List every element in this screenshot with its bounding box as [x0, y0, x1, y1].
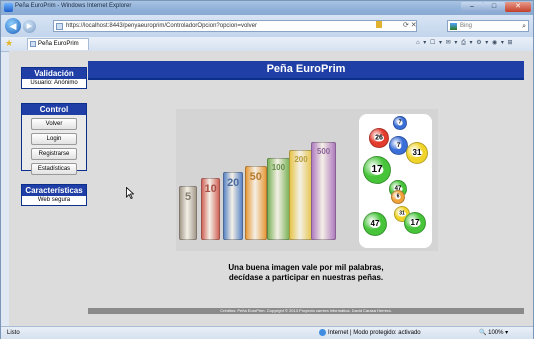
tab-pena-europrim[interactable]: Peña EuroPrim	[27, 38, 89, 50]
euro-note-20: 20	[223, 172, 244, 240]
caption-line-2: decídase a participar en nuestras peñas.	[228, 273, 384, 282]
euro-note-500: 500	[311, 142, 337, 240]
window-title: Peña EuroPrim - Windows Internet Explore…	[15, 3, 132, 9]
page-viewport: Validación Usuario: Anónimo Control Volv…	[9, 51, 533, 326]
euro-note-label: 5	[184, 191, 192, 203]
euro-note-label: 200	[294, 155, 308, 164]
security-zone[interactable]: Internet | Modo protegido: activado	[319, 327, 421, 339]
lock-icon[interactable]	[376, 21, 382, 28]
address-url: https://localhost:8443/penyaeuroprim/Con…	[66, 23, 257, 29]
lottery-ball: 6	[391, 190, 405, 204]
minimize-button[interactable]: –	[461, 2, 483, 12]
lottery-ball-number: 31	[398, 210, 406, 217]
euro-note-10: 10	[201, 178, 221, 240]
control-heading: Control	[22, 104, 86, 115]
lottery-ball-number: 47	[369, 219, 381, 228]
status-bar: Listo Internet | Modo protegido: activad…	[1, 326, 533, 339]
lottery-ball: 26	[369, 128, 389, 148]
status-text: Listo	[7, 330, 20, 336]
euro-note-label: 500	[316, 147, 331, 156]
credits-footer: Créditos: Peña EuroPrim. Copyright © 201…	[88, 308, 524, 314]
control-box: Control Volver Login Registrarse Estadís…	[21, 103, 87, 175]
mouse-cursor-icon	[126, 187, 134, 199]
search-icon[interactable]: ⌕	[522, 21, 526, 32]
address-bar[interactable]: https://localhost:8443/penyaeuroprim/Con…	[53, 20, 417, 32]
lottery-ball-number: 7	[397, 119, 403, 126]
browser-window: Peña EuroPrim - Windows Internet Explore…	[0, 0, 534, 339]
lottery-ball: 47	[363, 212, 387, 236]
web-segura-label: Web segura	[37, 197, 71, 203]
forward-button[interactable]: ▶	[23, 20, 36, 33]
lottery-ball: 17	[404, 212, 426, 234]
lottery-ball: 7	[393, 116, 407, 130]
lottery-ball-number: 7	[395, 142, 402, 149]
page-title: Peña EuroPrim	[88, 61, 524, 80]
euro-note-100: 100	[267, 158, 290, 240]
caption-line-1: Una buena imagen vale por mil palabras,	[228, 263, 384, 272]
search-input[interactable]: Bing ⌕	[447, 20, 529, 32]
title-bar: Peña EuroPrim - Windows Internet Explore…	[1, 1, 533, 15]
user-status: Usuario: Anónimo	[30, 80, 78, 86]
maximize-button[interactable]: □	[483, 2, 505, 12]
tab-label: Peña EuroPrim	[38, 41, 79, 47]
euro-note-label: 10	[204, 183, 217, 195]
caption: Una buena imagen vale por mil palabras, …	[88, 263, 524, 283]
euro-note-200: 200	[289, 150, 313, 240]
search-placeholder: Bing	[460, 23, 473, 29]
lottery-ball-number: 17	[409, 218, 421, 227]
registrarse-button[interactable]: Registrarse	[31, 148, 77, 160]
address-row: ◀ ▶ https://localhost:8443/penyaeuroprim…	[1, 15, 533, 37]
tab-page-icon	[30, 41, 36, 47]
zoom-control[interactable]: 🔍 100% ▾	[479, 327, 508, 339]
validacion-heading: Validación	[22, 68, 86, 79]
globe-icon	[319, 328, 326, 336]
close-button[interactable]: ✕	[505, 2, 531, 12]
command-bar[interactable]: ⌂ ▾ ☐ ▾ ✉ ▾ ⎙ ▾ ⚙ ▾ ◉ ▾ ⊞	[416, 39, 514, 47]
ie-logo-icon	[4, 3, 13, 12]
euro-note-label: 100	[271, 163, 286, 172]
bing-icon	[450, 23, 457, 30]
caracteristicas-heading: Características	[22, 185, 86, 196]
lottery-ball: 31	[406, 142, 428, 164]
page-icon	[56, 23, 63, 30]
euro-note-label: 20	[227, 177, 240, 189]
estadisticas-button[interactable]: Estadísticas	[31, 163, 77, 175]
euro-lottery-image: 5 10 20 50 100 200 500 26 7 31 17 47 7 31 17 47 6	[176, 109, 438, 251]
refresh-stop-icons[interactable]: ⟳ ✕	[403, 21, 417, 29]
euro-note-50: 50	[245, 166, 267, 240]
lottery-ball-number: 31	[411, 148, 423, 157]
lottery-ball-number: 26	[374, 134, 384, 142]
caracteristicas-box: Características Web segura	[21, 184, 87, 206]
security-zone-label: Internet | Modo protegido: activado	[328, 330, 421, 336]
lottery-balls-panel: 26 7 31 17 47 7 31 17 47 6	[359, 114, 432, 248]
lottery-ball-number: 17	[370, 164, 384, 175]
back-button[interactable]: ◀	[5, 18, 21, 34]
euro-note-label: 50	[249, 171, 262, 183]
favorites-star-icon[interactable]: ★	[5, 38, 13, 49]
login-button[interactable]: Login	[31, 133, 77, 145]
lottery-ball-number: 6	[395, 193, 401, 200]
lottery-ball: 17	[363, 156, 391, 184]
favorites-bar: ★ Peña EuroPrim ⌂ ▾ ☐ ▾ ✉ ▾ ⎙ ▾ ⚙ ▾ ◉ ▾ …	[1, 37, 533, 52]
euro-note-5: 5	[179, 186, 197, 240]
validacion-box: Validación Usuario: Anónimo	[21, 67, 87, 89]
volver-button[interactable]: Volver	[31, 118, 77, 130]
